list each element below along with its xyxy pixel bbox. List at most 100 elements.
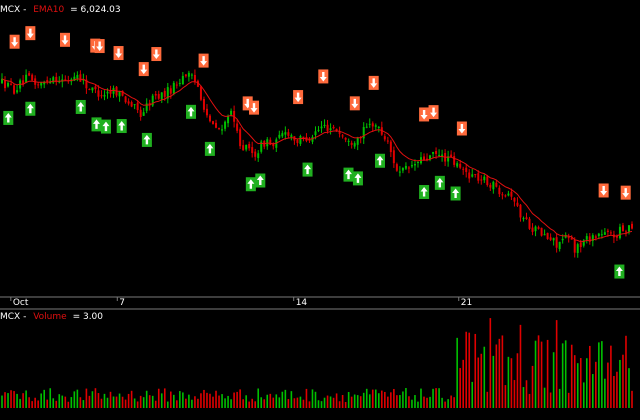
candle-body [97, 90, 100, 97]
candle-body [531, 227, 534, 232]
volume-bar [456, 337, 458, 408]
volume-bar [248, 401, 250, 408]
volume-bar [16, 393, 18, 408]
candle-body [350, 142, 353, 145]
candle-body [341, 135, 344, 137]
candle-body [404, 165, 407, 169]
candle-body [498, 187, 501, 195]
volume-bar [507, 356, 510, 408]
volume-panel-header: MCX - Volume = 3.00 [0, 312, 103, 322]
volume-bar [221, 394, 223, 408]
buy-signal-icon [375, 153, 385, 168]
volume-bar [82, 400, 85, 408]
buy-signal-icon [343, 167, 354, 182]
volume-symbol-label: MCX - [0, 312, 26, 322]
volume-bar [236, 391, 238, 408]
volume-bar [471, 381, 474, 408]
candle-body [392, 150, 395, 164]
volume-bar [170, 391, 172, 408]
candle-body [118, 91, 121, 97]
candle-body [335, 128, 338, 131]
candle-body [16, 90, 19, 93]
volume-bar [495, 344, 498, 408]
volume-bar [365, 388, 368, 408]
volume-bar [543, 387, 546, 408]
candle-body [338, 132, 341, 134]
volume-bar [465, 331, 468, 408]
volume-bar [604, 378, 606, 408]
buy-signal-icon [419, 185, 430, 200]
volume-bar [79, 397, 82, 408]
volume-bar [374, 389, 377, 408]
volume-bar [531, 365, 534, 408]
sell-signal-icon [25, 26, 36, 41]
candle-body [199, 86, 202, 100]
volume-bar [242, 399, 244, 408]
volume-bar [329, 396, 332, 408]
x-axis-tick-label: 21 [461, 298, 472, 308]
volume-bar [356, 395, 359, 408]
candle-body [326, 124, 329, 131]
candle-body [474, 173, 477, 176]
buy-signal-icon [352, 171, 363, 186]
candle-body [94, 86, 97, 90]
candle-body [37, 84, 40, 86]
candle-body [504, 195, 507, 197]
x-axis-tick-label: 14 [296, 298, 308, 308]
volume-bar [263, 399, 266, 408]
candle-body [139, 109, 142, 118]
candle-body [510, 191, 513, 197]
volume-bar [607, 362, 609, 408]
volume-bar [112, 396, 115, 408]
sell-signal-icon [60, 32, 70, 47]
volume-bar [411, 399, 413, 408]
volume-bar [585, 358, 588, 408]
volume-bar [278, 397, 281, 408]
candle-body [332, 126, 335, 129]
candle-body [456, 163, 459, 167]
volume-bar [613, 376, 615, 408]
volume-bar [73, 391, 76, 408]
volume-bar [103, 393, 106, 408]
candle-body [573, 239, 576, 253]
sell-signal-icon [368, 75, 379, 90]
candle-body [106, 91, 109, 94]
volume-bar [173, 394, 175, 408]
candle-body [631, 223, 633, 229]
volume-bar [353, 394, 356, 408]
candle-body [459, 163, 462, 168]
volume-bar [444, 401, 446, 408]
price-panel-header: MCX - EMA10 = 6,024.03 [0, 5, 121, 15]
sell-signal-icon [349, 96, 360, 111]
volume-bar [4, 392, 6, 408]
volume-bar [7, 393, 9, 408]
price-symbol-label: MCX - [0, 5, 26, 15]
x-axis-tick-label: 7 [119, 298, 125, 308]
volume-bar [384, 391, 386, 408]
ema-legend-value: = 6,024.03 [70, 5, 120, 15]
volume-bar [582, 382, 585, 408]
volume-bar [335, 393, 338, 408]
volume-bar [525, 380, 528, 408]
volume-bar [344, 401, 347, 408]
volume-bar [245, 395, 247, 408]
sell-signal-icon [620, 185, 631, 200]
volume-bar [10, 390, 12, 408]
volume-bar [218, 395, 220, 408]
volume-bar [224, 398, 226, 408]
volume-bar [254, 401, 257, 408]
volume-bar [592, 374, 594, 408]
volume-bar [272, 397, 275, 408]
volume-bar [25, 390, 27, 408]
volume-bar [287, 399, 290, 408]
candle-body [371, 123, 374, 127]
volume-bar [194, 396, 196, 408]
volume-bar [320, 401, 323, 408]
sell-signal-icon [428, 105, 439, 120]
candle-body [353, 143, 356, 147]
sell-signal-icon [456, 121, 467, 136]
volume-bar [284, 389, 287, 408]
volume-bar [139, 395, 142, 408]
candle-body [242, 145, 245, 151]
volume-bar [142, 397, 145, 408]
